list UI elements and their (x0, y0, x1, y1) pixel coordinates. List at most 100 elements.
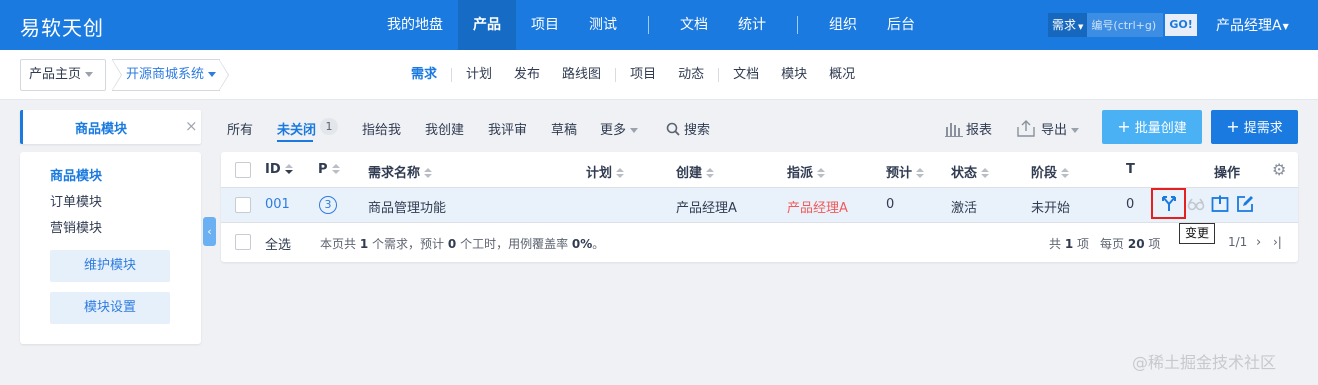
subnav-module[interactable]: 模块 (770, 50, 818, 100)
search-input[interactable] (1087, 13, 1164, 37)
col-creator-label: 创建 (676, 166, 703, 181)
subnav-release[interactable]: 发布 (503, 50, 551, 100)
report-button[interactable]: 报表 (945, 119, 992, 138)
edit-icon[interactable] (1236, 195, 1254, 213)
filter-more[interactable]: 更多 (600, 119, 639, 138)
nav-my-dashboard[interactable]: 我的地盘 (372, 0, 458, 50)
col-header-title[interactable]: 需求名称 (368, 162, 433, 181)
export-button[interactable]: 导出 (1017, 119, 1080, 138)
subnav-overview[interactable]: 概况 (818, 50, 866, 100)
breadcrumb-product-switcher[interactable]: 开源商城系统 (112, 59, 220, 91)
row-checkbox[interactable] (235, 197, 251, 213)
sub-header: 产品主页 开源商城系统 需求 计划 发布 路线图 项目 动态 文档 模块 概况 (0, 50, 1318, 100)
chevron-down-icon (630, 128, 639, 133)
sort-icon (817, 168, 826, 179)
module-item-marketing[interactable]: 营销模块 (50, 216, 102, 242)
col-estimate-label: 预计 (886, 166, 913, 181)
subnav-doc[interactable]: 文档 (722, 50, 770, 100)
change-branch-icon[interactable] (1160, 195, 1178, 213)
nav-product[interactable]: 产品 (458, 0, 516, 50)
nav-project[interactable]: 项目 (516, 0, 574, 50)
col-header-stage[interactable]: 阶段 (1031, 162, 1070, 181)
maintain-module-button[interactable]: 维护模块 (50, 250, 170, 282)
filter-all[interactable]: 所有 (227, 119, 253, 138)
total-prefix: 共 (1049, 237, 1062, 251)
breadcrumb-product-home[interactable]: 产品主页 (20, 59, 106, 91)
close-icon[interactable]: × (185, 117, 198, 135)
col-header-status[interactable]: 状态 (951, 162, 990, 181)
nav-test[interactable]: 测试 (574, 0, 632, 50)
col-status-label: 状态 (951, 166, 978, 181)
search-type-label: 需求 (1052, 18, 1077, 32)
nav-stats[interactable]: 统计 (723, 0, 781, 50)
col-header-id[interactable]: ID (265, 162, 293, 177)
cell-title-link[interactable]: 商品管理功能 (368, 197, 446, 216)
subnav-story[interactable]: 需求 (400, 50, 448, 100)
module-tab[interactable]: 商品模块 × (20, 110, 201, 144)
priority-badge: 3 (319, 196, 337, 214)
col-header-pri[interactable]: P (318, 162, 340, 177)
pager-per-page[interactable]: 每页 20 项 (1100, 235, 1160, 252)
sort-icon (916, 168, 925, 179)
batch-create-button[interactable]: + 批量创建 (1102, 110, 1202, 144)
summary-count: 1 (359, 237, 369, 251)
last-page-icon[interactable]: ›| (1273, 235, 1282, 249)
select-all-label[interactable]: 全选 (265, 234, 291, 253)
sidebar-collapse-handle[interactable]: ‹ (203, 217, 216, 246)
chevron-right-icon[interactable]: › (1256, 235, 1261, 250)
cell-estimate: 0 (886, 197, 895, 212)
col-header-estimate[interactable]: 预计 (886, 162, 925, 181)
global-search: 需求▼ GO! (1048, 13, 1197, 37)
select-all-checkbox[interactable] (235, 234, 251, 250)
sort-icon (706, 168, 715, 179)
summary-mid1: 个需求，预计 (372, 237, 445, 251)
sort-icon (331, 164, 340, 175)
close-story-icon[interactable] (1211, 195, 1229, 213)
story-toolbar: 所有 未关闭 1 指给我 我创建 我评审 草稿 更多 搜索 报表 导出 + 批量创… (214, 110, 1304, 144)
module-item-order[interactable]: 订单模块 (50, 190, 102, 216)
filter-draft[interactable]: 草稿 (551, 119, 577, 138)
chevron-left-icon: ‹ (207, 225, 212, 238)
filter-reviewed-by-me[interactable]: 我评审 (488, 119, 527, 138)
subnav-dynamic[interactable]: 动态 (667, 50, 715, 100)
filter-unclosed[interactable]: 未关闭 (277, 119, 316, 138)
search-type-select[interactable]: 需求 ▼ (1048, 13, 1088, 37)
pager-total: 共 1 项 (1049, 235, 1089, 252)
gear-icon[interactable]: ⚙ (1272, 160, 1286, 179)
filter-created-by-me[interactable]: 我创建 (425, 119, 464, 138)
per-page-prefix: 每页 (1100, 237, 1125, 251)
module-settings-button[interactable]: 模块设置 (50, 292, 170, 324)
create-story-button[interactable]: + 提需求 (1211, 110, 1298, 144)
col-title-label: 需求名称 (368, 166, 421, 181)
subnav-roadmap[interactable]: 路线图 (551, 50, 612, 100)
filter-assigned-to-me[interactable]: 指给我 (362, 119, 401, 138)
batch-create-label: 批量创建 (1134, 121, 1187, 136)
user-menu[interactable]: 产品经理A▼ (1216, 15, 1289, 35)
app-logo[interactable]: 易软天创 (20, 12, 104, 41)
col-assignee-label: 指派 (787, 166, 814, 181)
cell-creator: 产品经理A (676, 201, 737, 216)
subnav-project[interactable]: 项目 (619, 50, 667, 100)
report-label: 报表 (966, 123, 993, 138)
col-stage-label: 阶段 (1031, 166, 1058, 181)
col-plan-label: 计划 (586, 166, 613, 181)
col-header-creator[interactable]: 创建 (676, 162, 715, 181)
review-glasses-icon[interactable] (1187, 195, 1205, 213)
main-nav: 我的地盘 产品 项目 测试 文档 统计 组织 后台 (372, 0, 930, 50)
per-page-suffix: 项 (1148, 237, 1161, 251)
col-header-plan[interactable]: 计划 (586, 162, 625, 181)
cell-id[interactable]: 001 (265, 197, 290, 212)
cell-assignee[interactable]: 产品经理A (787, 197, 848, 216)
plus-icon: + (1226, 117, 1240, 136)
col-header-assignee[interactable]: 指派 (787, 162, 826, 181)
chevron-down-icon (85, 72, 94, 77)
nav-admin[interactable]: 后台 (872, 0, 930, 50)
chevron-down-icon (1071, 128, 1080, 133)
search-go-button[interactable]: GO! (1165, 14, 1197, 36)
search-toggle[interactable]: 搜索 (666, 119, 710, 138)
nav-docs[interactable]: 文档 (665, 0, 723, 50)
nav-org[interactable]: 组织 (814, 0, 872, 50)
module-item-goods[interactable]: 商品模块 (50, 164, 102, 190)
header-checkbox[interactable] (235, 162, 251, 178)
subnav-plan[interactable]: 计划 (455, 50, 503, 100)
